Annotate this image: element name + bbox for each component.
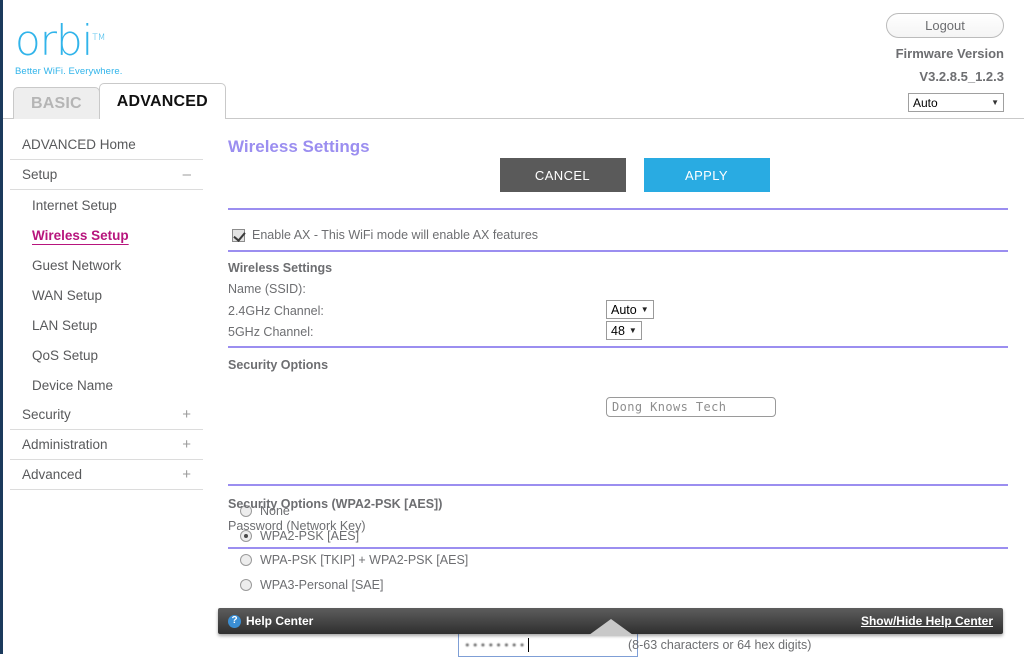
sidebar-item-label: Setup xyxy=(22,167,58,182)
minus-icon[interactable]: – xyxy=(183,167,191,182)
sidebar-item-label: Security xyxy=(22,407,71,422)
sidebar-item-setup[interactable]: Setup – xyxy=(10,160,203,190)
sidebar-item-qos-setup[interactable]: QoS Setup xyxy=(3,340,210,370)
show-hide-help-center-link[interactable]: Show/Hide Help Center xyxy=(861,614,993,628)
sidebar-item-label: WAN Setup xyxy=(32,287,103,303)
page-title: Wireless Settings xyxy=(228,137,370,156)
language-select[interactable]: Auto ▼ xyxy=(908,93,1004,112)
sidebar-item-label: ADVANCED Home xyxy=(22,137,136,152)
trademark-symbol: TM xyxy=(92,33,106,43)
divider-after-ax xyxy=(228,250,1008,252)
logo-wordmark: orbiTM xyxy=(15,16,106,65)
divider-top xyxy=(228,208,1008,210)
help-center-label: Help Center xyxy=(246,614,314,628)
enable-ax-label: Enable AX - This WiFi mode will enable A… xyxy=(252,228,539,242)
ssid-input[interactable]: Dong Knows Tech xyxy=(606,397,776,417)
security-options-heading: Security Options xyxy=(228,358,329,372)
sidebar-item-label: Advanced xyxy=(22,467,83,482)
sidebar-item-guest-network[interactable]: Guest Network xyxy=(3,250,210,280)
enable-ax-row[interactable]: Enable AX - This WiFi mode will enable A… xyxy=(232,228,538,242)
apply-button[interactable]: APPLY xyxy=(643,158,770,192)
help-center-link[interactable]: ? Help Center xyxy=(228,614,313,628)
expand-collapse-arrow-icon[interactable] xyxy=(588,619,633,635)
divider-before-security xyxy=(228,346,1008,348)
sidebar-item-administration[interactable]: Administration + xyxy=(10,430,203,460)
chevron-down-icon: ▼ xyxy=(991,98,999,107)
sidebar-item-security[interactable]: Security + xyxy=(10,400,203,430)
sidebar-item-device-name[interactable]: Device Name xyxy=(3,370,210,400)
text-cursor xyxy=(527,638,529,652)
radio-icon[interactable] xyxy=(240,579,252,591)
sidebar-item-advanced-home[interactable]: ADVANCED Home xyxy=(10,130,203,160)
divider-before-password xyxy=(228,484,1008,486)
orbi-logo: orbiTM Better WiFi. Everywhere. xyxy=(15,14,195,78)
firmware-label: Firmware Version xyxy=(895,46,1004,61)
sidebar-item-label: Guest Network xyxy=(32,257,122,273)
wireless-settings-heading: Wireless Settings xyxy=(228,261,333,275)
channel-24-select[interactable]: Auto ▼ xyxy=(606,300,654,319)
password-input[interactable]: •••••••• xyxy=(458,633,638,657)
radio-icon[interactable] xyxy=(240,554,252,566)
sidebar-item-label: QoS Setup xyxy=(32,347,99,363)
page-header: orbiTM Better WiFi. Everywhere. BASIC AD… xyxy=(3,0,1024,119)
sidebar-item-label: Administration xyxy=(22,437,108,452)
password-label: Password (Network Key) xyxy=(228,519,366,533)
plus-icon[interactable]: + xyxy=(182,467,191,482)
security-option-wpa-psk-tkip-wpa2-psk-aes[interactable]: WPA-PSK [TKIP] + WPA2-PSK [AES] xyxy=(240,553,468,567)
firmware-version: V3.2.8.5_1.2.3 xyxy=(919,69,1004,84)
chevron-down-icon: ▼ xyxy=(640,305,649,314)
password-section-heading: Security Options (WPA2-PSK [AES]) xyxy=(228,497,443,511)
tab-basic[interactable]: BASIC xyxy=(13,87,100,119)
enable-ax-checkbox[interactable] xyxy=(232,228,245,242)
security-option-wpa3-personal-sae[interactable]: WPA3-Personal [SAE] xyxy=(240,578,383,592)
logout-button[interactable]: Logout xyxy=(886,13,1004,38)
channel-5-value: 48 xyxy=(611,323,625,338)
divider-bottom xyxy=(228,547,1008,549)
help-center-bar: ? Help Center Show/Hide Help Center xyxy=(218,608,1003,635)
sidebar-item-label: LAN Setup xyxy=(32,317,98,333)
channel-5-label: 5GHz Channel: xyxy=(228,325,314,339)
plus-icon[interactable]: + xyxy=(182,407,191,422)
sidebar-nav: ADVANCED Home Setup – Internet Setup Wir… xyxy=(3,120,210,490)
sidebar-item-label: Internet Setup xyxy=(32,197,117,213)
chevron-down-icon: ▼ xyxy=(628,326,637,335)
password-hint: (8-63 characters or 64 hex digits) xyxy=(628,638,812,652)
sidebar-item-wan-setup[interactable]: WAN Setup xyxy=(3,280,210,310)
channel-24-label: 2.4GHz Channel: xyxy=(228,304,324,318)
ssid-label: Name (SSID): xyxy=(228,282,306,296)
language-select-value: Auto xyxy=(913,95,938,110)
plus-icon[interactable]: + xyxy=(182,437,191,452)
channel-24-value: Auto xyxy=(611,302,637,317)
sidebar-item-internet-setup[interactable]: Internet Setup xyxy=(3,190,210,220)
main-tabs: BASIC ADVANCED xyxy=(13,83,226,119)
question-mark-icon: ? xyxy=(228,614,241,628)
sidebar-item-label: Device Name xyxy=(32,377,114,393)
logo-tagline: Better WiFi. Everywhere. xyxy=(15,66,123,77)
sidebar-item-advanced[interactable]: Advanced + xyxy=(10,460,203,490)
main-content: Wireless Settings CANCEL APPLY Enable AX… xyxy=(210,120,1024,657)
sidebar-item-lan-setup[interactable]: LAN Setup xyxy=(3,310,210,340)
sidebar-item-wireless-setup[interactable]: Wireless Setup xyxy=(3,220,210,250)
tab-advanced[interactable]: ADVANCED xyxy=(98,83,226,119)
header-right-controls: Logout Firmware Version V3.2.8.5_1.2.3 A… xyxy=(824,13,1004,112)
channel-5-select[interactable]: 48 ▼ xyxy=(606,321,642,340)
cancel-button[interactable]: CANCEL xyxy=(499,158,626,192)
sidebar-item-label: Wireless Setup xyxy=(32,227,129,243)
action-buttons: CANCEL APPLY xyxy=(210,158,1024,192)
password-masked-value: •••••••• xyxy=(464,638,527,652)
